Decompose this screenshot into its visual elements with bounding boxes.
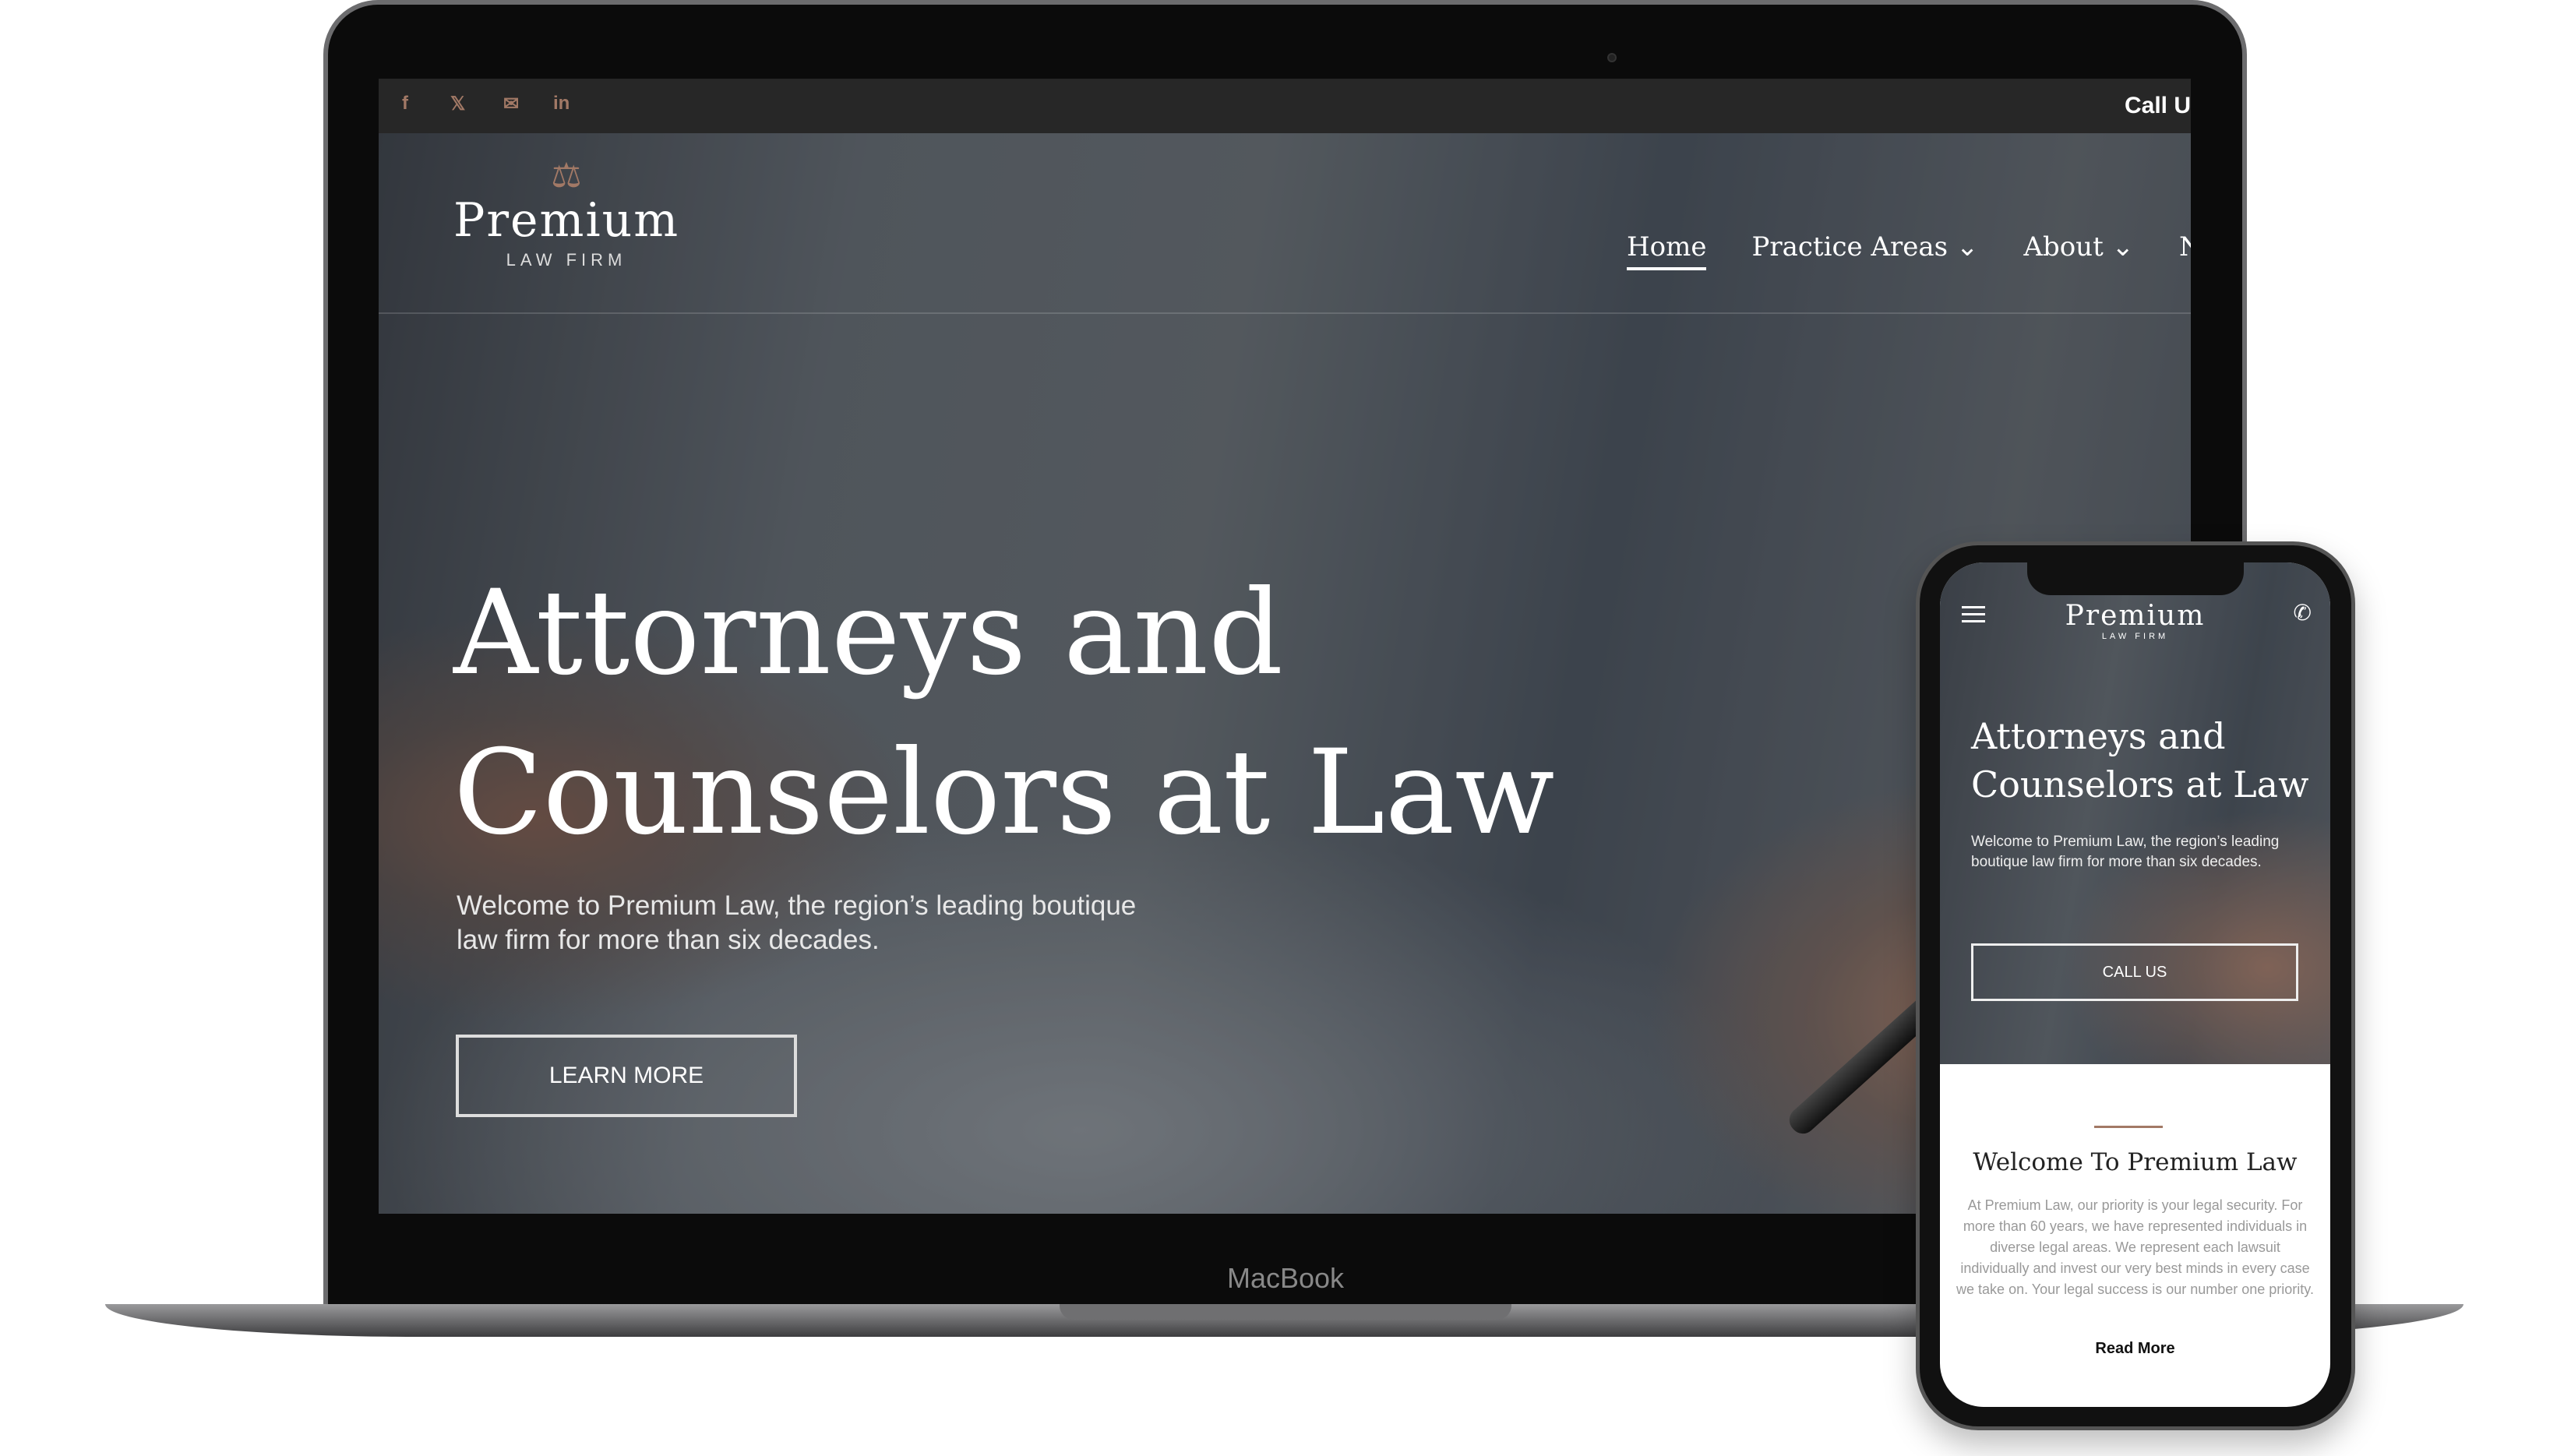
scales-icon: ⚖ (551, 157, 582, 195)
phone-hero-lead: Welcome to Premium Law, the region’s lea… (1971, 834, 2280, 870)
logo-name: Premium (453, 193, 680, 248)
nav-divider (379, 312, 2191, 314)
phone-hero: Premium LAW FIRM ✆ Attorneys and Counsel… (1940, 562, 2330, 1064)
hero-lead: Welcome to Premium Law, the region’s lea… (457, 889, 1236, 957)
facebook-icon[interactable]: f (402, 93, 408, 115)
read-more-link[interactable]: Read More (1940, 1340, 2330, 1358)
nav-next-item[interactable]: N (2179, 231, 2191, 270)
hero-lead-line: law firm for more than six decades. (457, 925, 880, 955)
linkedin-icon[interactable]: in (553, 93, 570, 115)
hero-title: Attorneys and Counselors at Law (453, 554, 1555, 873)
call-us-button[interactable]: CALL US (1971, 943, 2298, 1001)
main-nav: Home Practice Areas ⌄ About ⌄ N (1627, 231, 2191, 270)
nav-about[interactable]: About ⌄ (2023, 231, 2134, 270)
macbook-label: MacBook (1226, 1262, 1345, 1294)
logo-tagline: LAW FIRM (506, 250, 627, 270)
laptop-hinge-notch (1060, 1304, 1511, 1320)
phone-icon[interactable]: ✆ (2294, 600, 2312, 626)
welcome-heading: Welcome To Premium Law (1973, 1148, 2298, 1176)
welcome-body: At Premium Law, our priority is your leg… (1956, 1197, 2314, 1297)
nav-home[interactable]: Home (1627, 231, 1707, 270)
phone-screen: Premium LAW FIRM ✆ Attorneys and Counsel… (1940, 562, 2330, 1407)
hero-title-line: Attorneys and (453, 566, 1284, 701)
call-us-link[interactable]: Call U (2125, 93, 2191, 119)
phone-hero-title-line: Counselors at Law (1971, 763, 2309, 806)
phone-hero-title-line: Attorneys and (1971, 715, 2226, 757)
top-bar: f 𝕏 ✉ in Call U (379, 79, 2191, 133)
phone-notch (2027, 562, 2244, 595)
phone-logo-name: Premium (2065, 600, 2206, 632)
twitter-icon[interactable]: 𝕏 (450, 93, 465, 115)
logo[interactable]: ⚖ Premium LAW FIRM (453, 157, 679, 270)
learn-more-button[interactable]: LEARN MORE (456, 1035, 797, 1117)
phone-logo[interactable]: Premium LAW FIRM (1940, 600, 2330, 641)
phone-hero-title: Attorneys and Counselors at Law (1971, 712, 2308, 809)
camera (1607, 53, 1617, 62)
hero-lead-line: Welcome to Premium Law, the region’s lea… (457, 890, 1137, 921)
phone-logo-tagline: LAW FIRM (2101, 632, 2169, 641)
hero-title-line: Counselors at Law (453, 725, 1555, 861)
nav-practice-areas[interactable]: Practice Areas ⌄ (1751, 231, 1978, 270)
envelope-icon[interactable]: ✉ (503, 93, 519, 115)
section-divider (2094, 1126, 2163, 1128)
